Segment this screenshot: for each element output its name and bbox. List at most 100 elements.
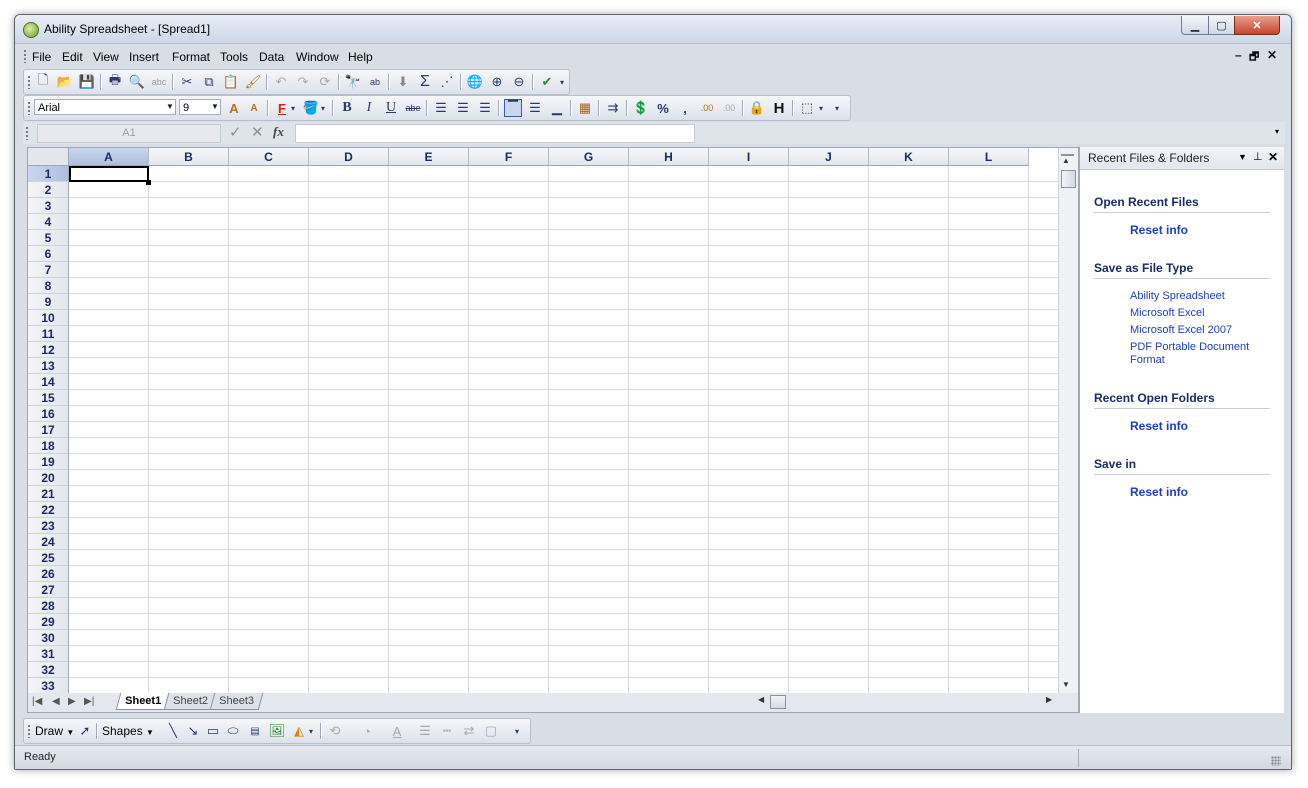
- row-header-6[interactable]: 6: [28, 246, 69, 262]
- row-header-29[interactable]: 29: [28, 614, 69, 630]
- menu-help[interactable]: Help: [348, 50, 373, 64]
- row-header-27[interactable]: 27: [28, 582, 69, 598]
- sheet-tab-sheet1[interactable]: Sheet1: [115, 693, 171, 710]
- font-size-combo[interactable]: 9 ▼: [179, 99, 221, 115]
- shapes-menu-button[interactable]: Shapes ▼: [102, 724, 154, 738]
- column-header-a[interactable]: A: [69, 148, 149, 166]
- column-header-l[interactable]: L: [949, 148, 1029, 166]
- currency-icon[interactable]: 💲: [632, 99, 650, 117]
- merge-icon[interactable]: ⇉: [604, 99, 622, 117]
- column-header-f[interactable]: F: [469, 148, 549, 166]
- row-header-17[interactable]: 17: [28, 422, 69, 438]
- doc-close-button[interactable]: ✕: [1267, 48, 1277, 62]
- name-box[interactable]: A1: [37, 124, 221, 143]
- minimize-button[interactable]: ▁: [1181, 16, 1209, 35]
- save-in-reset-link[interactable]: Reset info: [1130, 485, 1188, 499]
- rotate-icon[interactable]: ⟲: [326, 722, 344, 740]
- toolbar-options-chevron-icon[interactable]: ▾: [832, 99, 842, 117]
- vertical-scrollbar[interactable]: ▲ ▼: [1058, 148, 1078, 694]
- row-header-18[interactable]: 18: [28, 438, 69, 454]
- row-header-23[interactable]: 23: [28, 518, 69, 534]
- column-header-c[interactable]: C: [229, 148, 309, 166]
- new-icon[interactable]: 🗋: [34, 72, 52, 91]
- active-cell[interactable]: [69, 166, 149, 182]
- row-header-31[interactable]: 31: [28, 646, 69, 662]
- scroll-left-icon[interactable]: ◀: [758, 695, 764, 704]
- shadow-icon[interactable]: ▢: [482, 722, 500, 740]
- save-type-ability[interactable]: Ability Spreadsheet: [1130, 290, 1270, 303]
- text-color-icon[interactable]: A: [388, 722, 406, 740]
- decrease-font-icon[interactable]: A: [245, 99, 263, 117]
- line-icon[interactable]: ╲: [164, 722, 182, 740]
- picture-icon[interactable]: 🖼: [268, 722, 286, 740]
- menu-file[interactable]: File: [32, 50, 51, 64]
- autosum-icon[interactable]: Σ: [416, 73, 434, 91]
- sheet-tab-sheet3[interactable]: Sheet3: [209, 693, 264, 710]
- column-header-b[interactable]: B: [149, 148, 229, 166]
- pin-icon[interactable]: ⊥: [1253, 150, 1263, 163]
- save-type-pdf[interactable]: PDF Portable Document Format: [1130, 341, 1270, 367]
- task-pane-title[interactable]: Recent Files & Folders: [1088, 151, 1209, 165]
- align-left-icon[interactable]: ☰: [432, 99, 450, 117]
- prev-sheet-icon[interactable]: ◀: [52, 696, 60, 707]
- decrease-decimal-icon[interactable]: .00: [720, 99, 738, 117]
- row-header-15[interactable]: 15: [28, 390, 69, 406]
- row-header-3[interactable]: 3: [28, 198, 69, 214]
- horizontal-scroll-thumb[interactable]: [770, 695, 786, 709]
- replace-icon[interactable]: ab: [366, 73, 384, 91]
- cancel-icon[interactable]: ✕: [251, 123, 264, 141]
- last-sheet-icon[interactable]: ▶|: [84, 696, 94, 707]
- column-header-d[interactable]: D: [309, 148, 389, 166]
- row-header-4[interactable]: 4: [28, 214, 69, 230]
- row-header-30[interactable]: 30: [28, 630, 69, 646]
- spell-check-icon[interactable]: abc: [150, 73, 168, 91]
- row-header-2[interactable]: 2: [28, 182, 69, 198]
- save-type-excel-2007[interactable]: Microsoft Excel 2007: [1130, 324, 1270, 337]
- bold-icon[interactable]: B: [338, 99, 356, 117]
- toolbar-grip[interactable]: [27, 724, 31, 738]
- row-header-16[interactable]: 16: [28, 406, 69, 422]
- row-header-1[interactable]: 1: [28, 166, 69, 182]
- row-header-32[interactable]: 32: [28, 662, 69, 678]
- rectangle-icon[interactable]: ▭: [204, 722, 222, 740]
- font-name-combo[interactable]: Arial ▼: [34, 99, 176, 115]
- open-recent-reset-link[interactable]: Reset info: [1130, 223, 1188, 237]
- doc-restore-button[interactable]: 🗗: [1249, 48, 1259, 67]
- recent-folders-reset-link[interactable]: Reset info: [1130, 419, 1188, 433]
- align-center-icon[interactable]: ☰: [454, 99, 472, 117]
- help-icon[interactable]: ✔: [538, 73, 556, 91]
- toolbar-options-chevron-icon[interactable]: ▾: [512, 722, 522, 740]
- percent-icon[interactable]: %: [654, 99, 672, 117]
- align-middle-icon[interactable]: ☰: [526, 99, 544, 117]
- column-header-g[interactable]: G: [549, 148, 629, 166]
- menu-data[interactable]: Data: [259, 50, 284, 64]
- menu-edit[interactable]: Edit: [62, 50, 83, 64]
- row-header-33[interactable]: 33: [28, 678, 69, 694]
- column-header-i[interactable]: I: [709, 148, 789, 166]
- menu-window[interactable]: Window: [296, 50, 339, 64]
- spreadsheet-grid[interactable]: ABCDEFGHIJKL 1 2 3 4 5 6 7 8 9 10 11 12 13 14 15 16 17 18…: [27, 147, 1079, 695]
- internet-icon[interactable]: 🌐: [466, 73, 484, 91]
- find-icon[interactable]: 🔭: [344, 73, 362, 91]
- vertical-scroll-thumb[interactable]: [1061, 170, 1076, 188]
- scroll-down-icon[interactable]: ▼: [1062, 680, 1070, 689]
- repeat-icon[interactable]: ⟳: [316, 73, 334, 91]
- increase-decimal-icon[interactable]: .00: [698, 99, 716, 117]
- align-right-icon[interactable]: ☰: [476, 99, 494, 117]
- text-box-icon[interactable]: ▤: [246, 722, 264, 740]
- row-header-7[interactable]: 7: [28, 262, 69, 278]
- sheet-tab-sheet2[interactable]: Sheet2: [163, 693, 218, 710]
- horizontal-scrollbar[interactable]: ◀ ▶: [758, 695, 1058, 709]
- zoom-out-icon[interactable]: ⊖: [510, 73, 528, 91]
- align-top-icon[interactable]: ▔: [504, 99, 522, 117]
- function-icon[interactable]: fx: [273, 124, 284, 140]
- menu-insert[interactable]: Insert: [129, 50, 159, 64]
- chevron-down-icon[interactable]: ▾: [318, 99, 328, 117]
- zoom-in-icon[interactable]: ⊕: [488, 73, 506, 91]
- copy-icon[interactable]: ⧉: [200, 73, 218, 91]
- close-window-button[interactable]: ✕: [1234, 16, 1280, 35]
- row-header-24[interactable]: 24: [28, 534, 69, 550]
- toolbar-grip[interactable]: [27, 101, 31, 115]
- row-header-5[interactable]: 5: [28, 230, 69, 246]
- resize-grip-icon[interactable]: [1271, 756, 1281, 766]
